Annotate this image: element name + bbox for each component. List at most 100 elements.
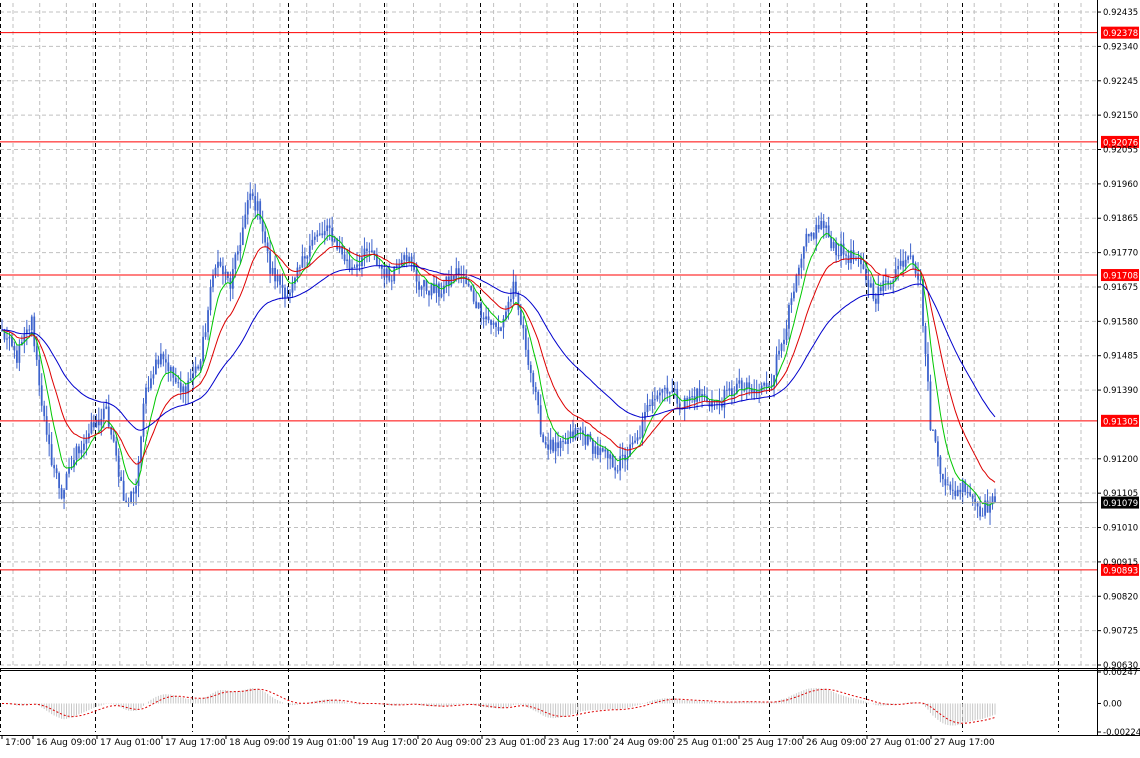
candle-body (845, 254, 847, 256)
x-tick-label: 27 Aug 01:00 (870, 738, 931, 748)
chart-svg[interactable]: 0.923780.920760.917080.913050.908930.910… (0, 0, 1140, 754)
candle-body (244, 214, 247, 228)
candle-body (874, 298, 877, 304)
candle-body (907, 256, 910, 260)
candle-body (241, 227, 244, 245)
candle-body (594, 446, 597, 454)
candle-body (919, 279, 922, 281)
price-chart[interactable]: 0.92378 0.92076 0.91708 0.91305 0.90893 0.910… (0, 0, 1140, 754)
candle-body (728, 388, 731, 391)
candle-body (405, 255, 408, 262)
candle-body (303, 256, 306, 259)
candle-body (90, 422, 93, 434)
candle-body (246, 200, 249, 215)
candle-body (820, 220, 823, 230)
candle-body (222, 265, 224, 275)
candle-body (805, 233, 808, 247)
candle-body (544, 442, 547, 445)
candle-body (529, 364, 532, 373)
candle-body (167, 362, 170, 372)
candle-body (306, 256, 309, 259)
candle-body (941, 473, 944, 480)
candle-body (457, 268, 460, 275)
candle-body (174, 377, 177, 383)
candle-body (75, 446, 78, 460)
candle-body (122, 480, 125, 501)
candle-body (783, 339, 785, 345)
candle-body (234, 254, 237, 270)
candle-body (835, 241, 838, 256)
candle-body (979, 506, 982, 517)
candle-body (132, 491, 135, 494)
candle-body (562, 440, 564, 442)
candle-body (899, 260, 902, 266)
candle-body (492, 322, 495, 325)
candle-body (40, 385, 43, 406)
candle-body (696, 388, 698, 402)
candle-body (353, 267, 356, 269)
candle-body (763, 382, 766, 386)
candle-body (150, 378, 152, 389)
candle-body (155, 359, 157, 375)
candle-body (92, 422, 95, 428)
x-tick-label: 27 Aug 17:00 (934, 738, 995, 748)
candle-body (301, 256, 304, 268)
x-tick-label: 25 Aug 17:00 (742, 738, 803, 748)
x-tick-label: 18 Aug 09:00 (229, 738, 290, 748)
x-tick-label: 17 Aug 17:00 (165, 738, 226, 748)
candle-body (815, 224, 818, 239)
candle-body (830, 236, 833, 249)
candle-body (390, 280, 393, 282)
candle-body (902, 260, 905, 267)
candle-body (18, 345, 21, 363)
candle-body (817, 224, 820, 230)
candle-body (934, 430, 937, 442)
osc-tick-label: -0.00224 (1103, 728, 1140, 738)
candle-body (708, 402, 711, 407)
y-tick-label: 0.91960 (1103, 180, 1138, 190)
candle-body (28, 329, 31, 331)
candle-body (971, 495, 974, 499)
candle-body (30, 316, 33, 331)
candle-body (634, 440, 636, 443)
candle-body (383, 268, 386, 278)
candle-body (616, 470, 619, 472)
candle-body (872, 283, 875, 299)
candle-body (485, 316, 487, 320)
candle-body (284, 287, 286, 298)
candle-body (164, 359, 167, 363)
candle-body (80, 449, 83, 454)
y-tick-label: 0.91390 (1103, 386, 1138, 396)
candle-body (797, 267, 800, 275)
candle-body (15, 350, 18, 363)
candle-body (730, 388, 733, 396)
candle (477, 302, 480, 310)
candle-body (790, 298, 793, 305)
candle-body (159, 353, 162, 365)
candle-body (289, 292, 291, 296)
candle-body (897, 265, 900, 270)
candle-body (547, 444, 550, 450)
candle-body (579, 428, 582, 431)
candle-body (356, 264, 358, 268)
candle-body (147, 387, 150, 389)
candle-body (810, 232, 813, 237)
candle-body (65, 473, 68, 490)
candle-body (524, 328, 527, 350)
candle-body (43, 405, 46, 417)
x-tick-label: 26 Aug 09:00 (806, 738, 867, 748)
candle-body (194, 366, 197, 374)
candle-body (869, 283, 872, 288)
candle-body (415, 269, 418, 282)
candle-body (135, 486, 137, 494)
x-tick-label: 19 Aug 17:00 (357, 738, 418, 748)
candle-body (917, 273, 919, 280)
candle-body (8, 336, 11, 339)
candle-body (137, 461, 140, 487)
candle-body (60, 488, 63, 499)
candle-body (487, 316, 490, 321)
y-tick-label: 0.92340 (1103, 42, 1138, 52)
candle-body (331, 227, 334, 242)
candle-body (812, 232, 815, 239)
candle-body (38, 359, 41, 386)
